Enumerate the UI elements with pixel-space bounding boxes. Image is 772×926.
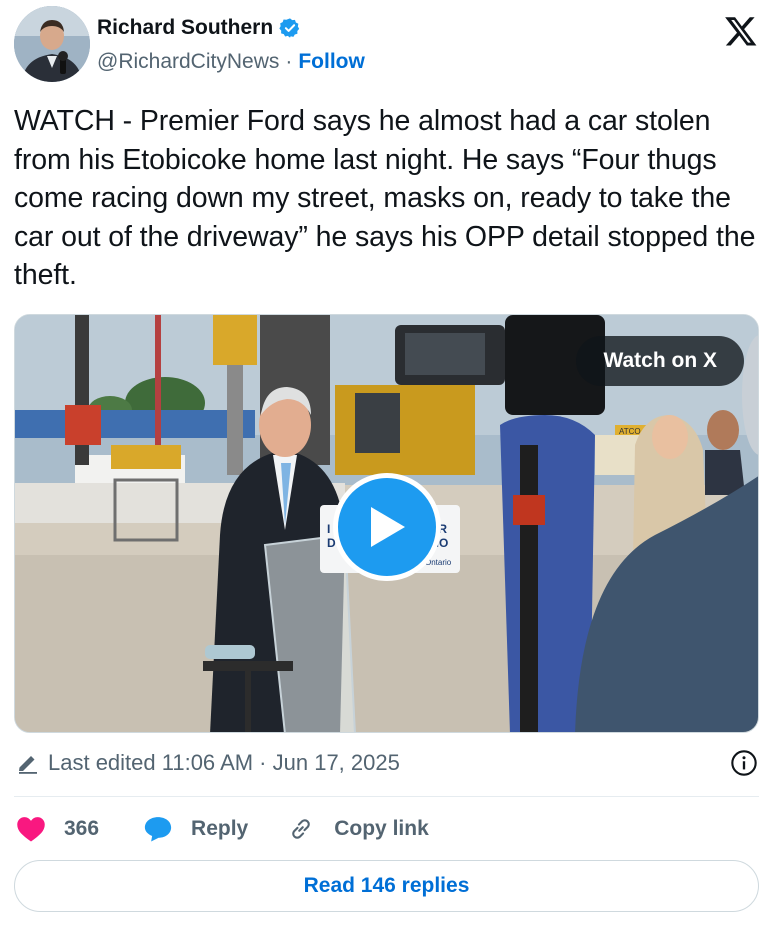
tweet-header: Richard Southern @RichardCityNews · Foll…	[14, 6, 760, 86]
background-sign: ATCO	[619, 427, 641, 436]
edited-timestamp[interactable]: Last edited 11:06 AM · Jun 17, 2025	[48, 750, 400, 776]
play-button[interactable]	[333, 473, 441, 581]
reply-bubble-icon	[144, 817, 172, 842]
reply-label: Reply	[191, 817, 249, 840]
follow-button[interactable]: Follow	[298, 50, 365, 74]
tweet-text: WATCH - Premier Ford says he almost had …	[14, 105, 756, 291]
handle-separator: ·	[285, 50, 293, 73]
avatar[interactable]	[14, 6, 90, 82]
action-bar: 366 Reply Copy link	[16, 810, 429, 848]
reply-button[interactable]: Reply	[143, 815, 248, 843]
watch-on-x-button[interactable]: Watch on X	[576, 336, 744, 386]
pencil-icon	[19, 756, 37, 774]
heart-icon	[17, 817, 45, 842]
avatar-image	[14, 6, 90, 82]
author-name[interactable]: Richard Southern	[97, 16, 273, 40]
edited-info-row: Last edited 11:06 AM · Jun 17, 2025	[16, 748, 758, 778]
read-replies-button[interactable]: Read 146 replies	[14, 860, 759, 912]
author-handle[interactable]: @RichardCityNews	[97, 50, 279, 74]
author-handle-row: @RichardCityNews · Follow	[97, 50, 365, 74]
copy-link-button[interactable]: Copy link	[286, 815, 429, 843]
like-count: 366	[64, 817, 100, 840]
x-logo-icon[interactable]	[724, 14, 758, 48]
info-icon[interactable]	[730, 749, 758, 777]
copy-link-label: Copy link	[334, 817, 429, 840]
link-icon	[292, 819, 311, 839]
play-icon	[371, 507, 405, 547]
video-player[interactable]: ATCO ID IERRIO Ontario Watch	[14, 314, 759, 733]
verified-badge-icon	[279, 17, 301, 39]
author-name-row: Richard Southern	[97, 16, 301, 40]
divider	[14, 796, 759, 797]
like-button[interactable]: 366	[16, 815, 99, 843]
